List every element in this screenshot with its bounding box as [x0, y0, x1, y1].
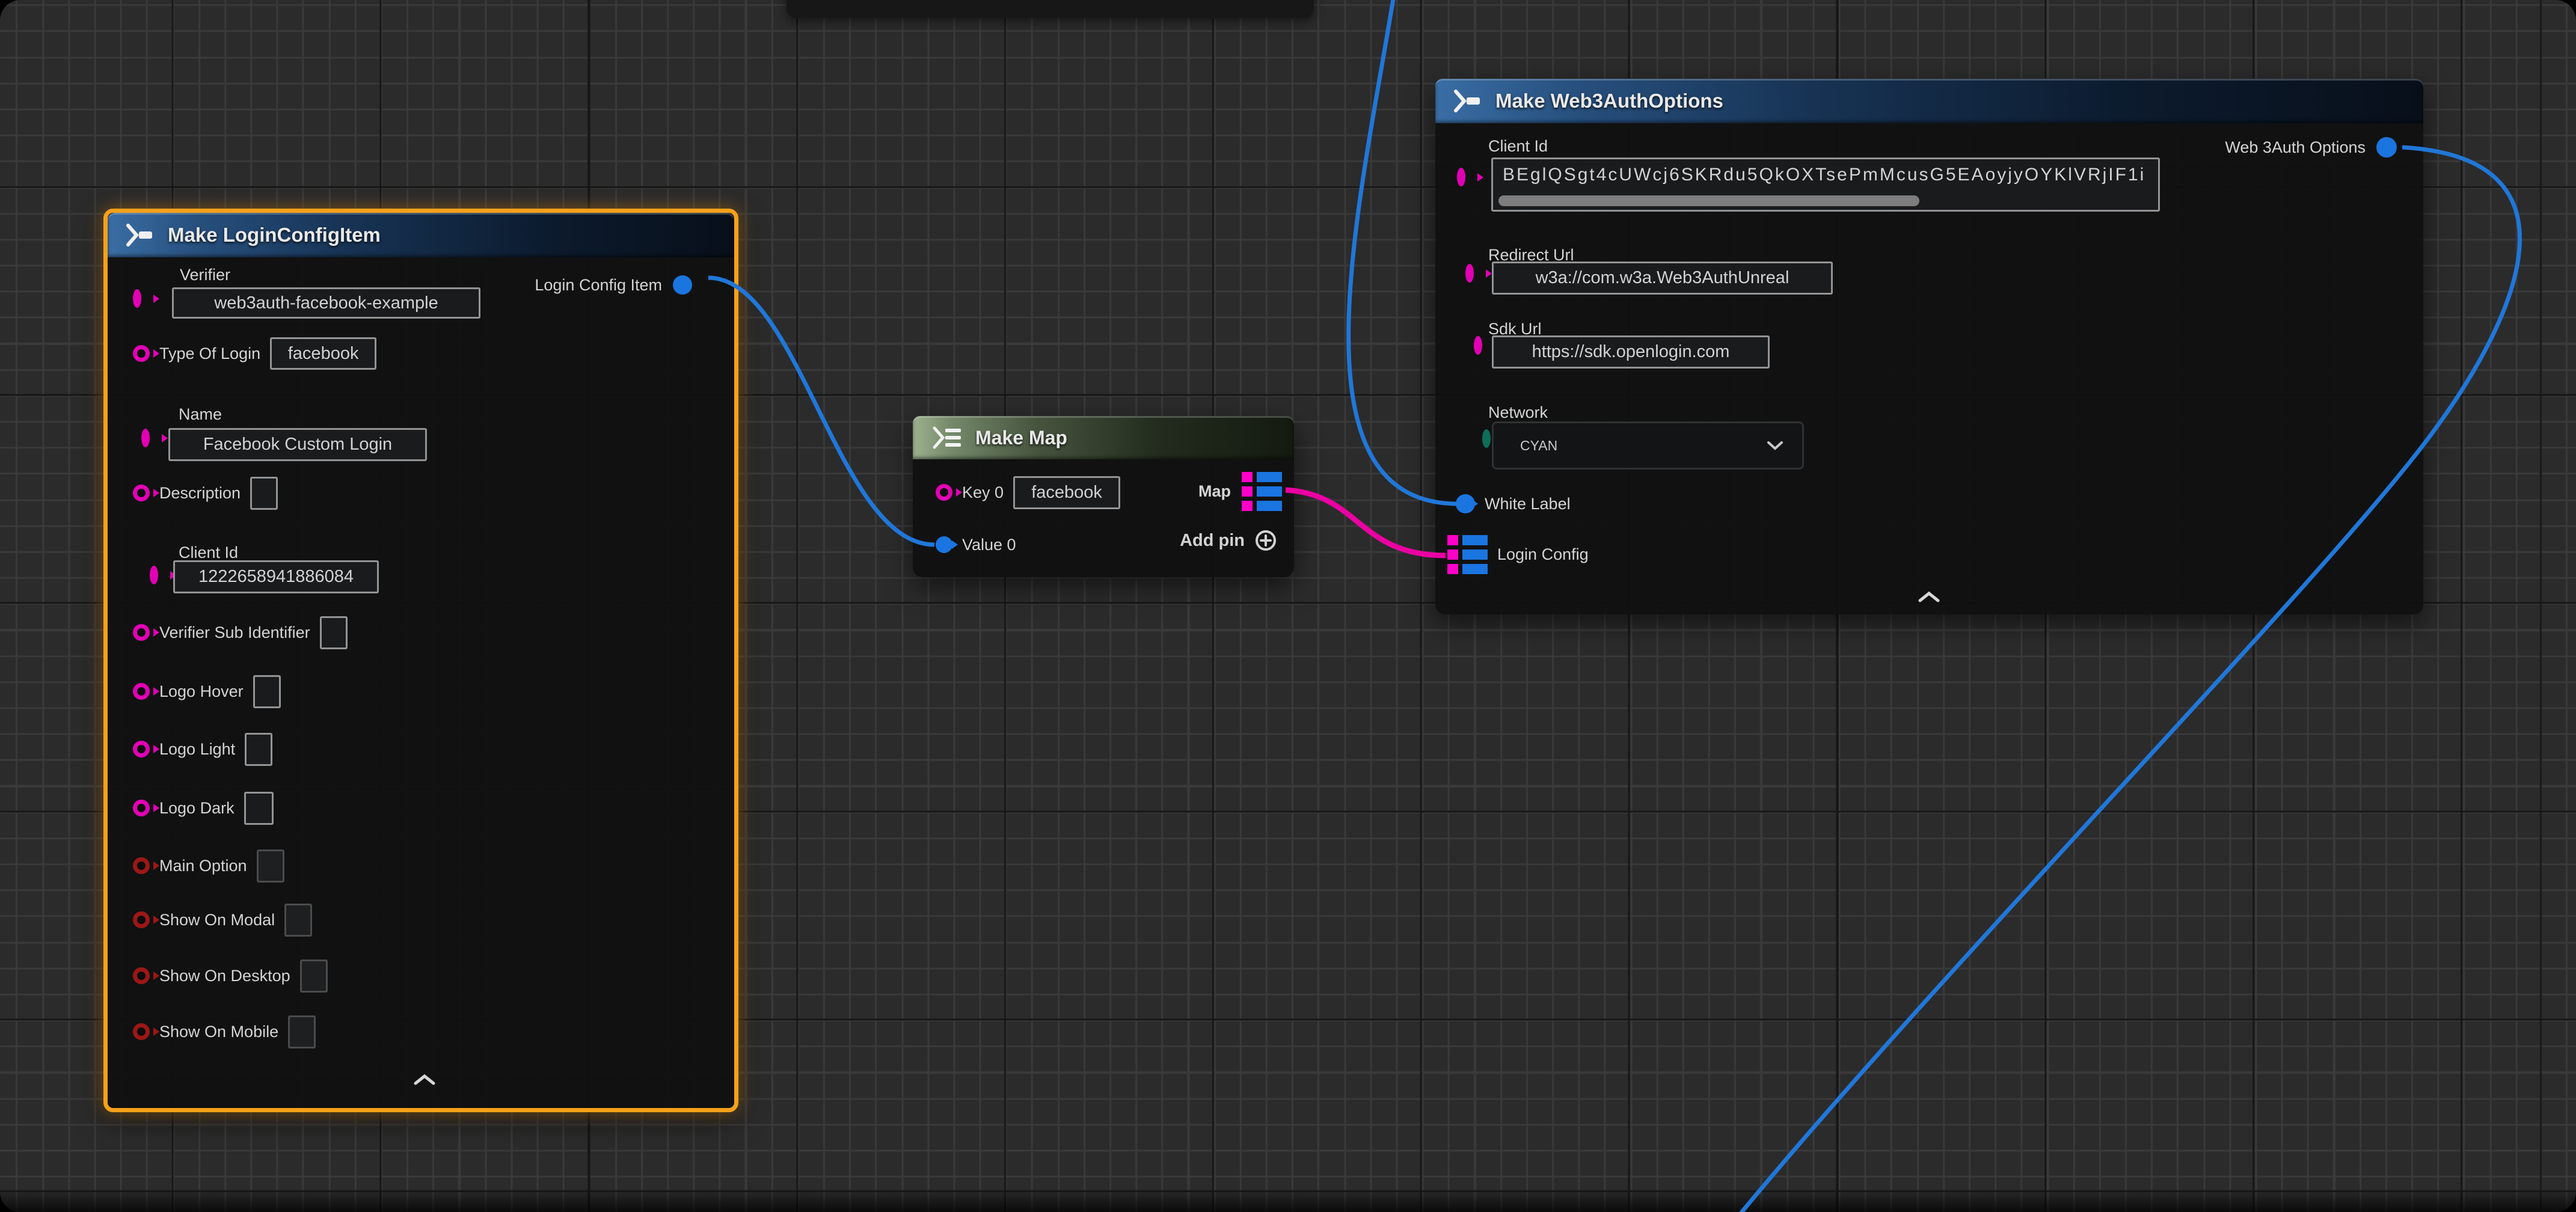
show-on-modal-label: Show On Modal	[159, 911, 275, 929]
wire-login-config-item-to-value0[interactable]	[708, 278, 934, 545]
show-on-mobile-pin[interactable]	[133, 1023, 150, 1040]
collapse-node-chevron-up-icon[interactable]	[1918, 591, 1940, 603]
node-make-map[interactable]: Make Map Key 0 facebook Map Value 0 Add …	[913, 416, 1294, 577]
dropdown-chevron-icon	[1766, 440, 1784, 451]
key0-pin[interactable]	[936, 484, 952, 501]
redirect-url-pin[interactable]	[1465, 264, 1474, 283]
show-on-desktop-label: Show On Desktop	[159, 967, 290, 985]
redirect-url-field[interactable]: w3a://com.w3a.Web3AuthUnreal	[1492, 262, 1833, 295]
client-id-label: Client Id	[1488, 137, 1548, 156]
logo-light-pin[interactable]	[133, 741, 150, 758]
logo-hover-label: Logo Hover	[159, 682, 244, 701]
output-pin-label: Web 3Auth Options	[2225, 138, 2366, 157]
logo-hover-pin[interactable]	[133, 683, 150, 700]
white-label-pin[interactable]	[1456, 494, 1475, 513]
value0-label: Value 0	[962, 536, 1016, 554]
name-label: Name	[179, 405, 222, 424]
verifier-sub-identifier-pin[interactable]	[133, 624, 150, 641]
show-on-desktop-pin[interactable]	[133, 967, 150, 984]
blueprint-editor: Make LoginConfigItem Login Config Item V…	[0, 0, 2576, 1212]
type-of-login-pin[interactable]	[133, 345, 150, 362]
node-header[interactable]: Make LoginConfigItem	[108, 213, 734, 257]
network-dropdown[interactable]: CYAN	[1492, 421, 1804, 470]
make-struct-icon	[124, 223, 156, 247]
show-on-modal-checkbox[interactable]	[284, 904, 312, 937]
description-label: Description	[159, 484, 241, 503]
wire-map-to-login-config[interactable]	[1286, 490, 1446, 556]
show-on-mobile-label: Show On Mobile	[159, 1023, 278, 1041]
logo-light-label: Logo Light	[159, 740, 235, 759]
web3auth-options-output-pin[interactable]	[2376, 137, 2397, 158]
logo-hover-field[interactable]	[253, 675, 281, 708]
white-label-label: White Label	[1485, 495, 1571, 513]
node-make-web3authoptions[interactable]: Make Web3AuthOptions Web 3Auth Options C…	[1435, 79, 2423, 614]
network-pin[interactable]	[1482, 429, 1491, 448]
logo-dark-label: Logo Dark	[159, 799, 235, 818]
map-output-label: Map	[1198, 482, 1231, 501]
make-struct-icon	[1452, 89, 1483, 113]
sdk-url-pin[interactable]	[1474, 336, 1482, 355]
collapse-node-chevron-up-icon[interactable]	[413, 1074, 436, 1086]
output-pin-label: Login Config Item	[535, 276, 662, 295]
client-id-field[interactable]: 1222658941886084	[173, 560, 379, 593]
logo-dark-pin[interactable]	[133, 800, 150, 816]
login-config-pin[interactable]	[1447, 535, 1488, 574]
main-option-checkbox[interactable]	[257, 849, 284, 883]
main-option-pin[interactable]	[133, 857, 150, 874]
add-pin-label: Add pin	[1180, 531, 1245, 551]
verifier-sub-identifier-field[interactable]	[320, 616, 348, 649]
node-header[interactable]: Make Map	[913, 416, 1294, 459]
verifier-pin[interactable]	[133, 289, 141, 308]
offscreen-node-fragment[interactable]	[787, 0, 1314, 18]
client-id-label: Client Id	[179, 543, 238, 562]
description-pin[interactable]	[133, 485, 150, 501]
sdk-url-field[interactable]: https://sdk.openlogin.com	[1492, 335, 1770, 369]
show-on-modal-pin[interactable]	[133, 911, 150, 928]
node-header[interactable]: Make Web3AuthOptions	[1435, 79, 2423, 123]
key0-label: Key 0	[962, 483, 1004, 502]
value0-pin[interactable]	[936, 536, 952, 553]
verifier-sub-identifier-label: Verifier Sub Identifier	[159, 623, 310, 642]
client-id-pin[interactable]	[1457, 168, 1465, 186]
login-config-label: Login Config	[1497, 545, 1589, 564]
add-pin-plus-icon	[1254, 529, 1277, 552]
network-selected-value: CYAN	[1520, 438, 1557, 454]
node-title: Make Map	[975, 427, 1067, 449]
key0-field[interactable]: facebook	[1013, 476, 1120, 509]
node-make-loginconfigitem[interactable]: Make LoginConfigItem Login Config Item V…	[103, 209, 738, 1112]
verifier-field[interactable]: web3auth-facebook-example	[172, 287, 480, 319]
map-output-pin[interactable]	[1242, 472, 1282, 511]
name-field[interactable]: Facebook Custom Login	[168, 428, 427, 461]
add-pin-button[interactable]: Add pin	[1180, 529, 1277, 552]
show-on-desktop-checkbox[interactable]	[300, 960, 328, 993]
network-label: Network	[1488, 403, 1548, 422]
main-option-label: Main Option	[159, 857, 247, 875]
login-config-item-output-pin[interactable]	[673, 275, 692, 295]
description-field[interactable]	[250, 477, 278, 510]
name-pin[interactable]	[141, 429, 150, 447]
logo-light-field[interactable]	[245, 733, 272, 766]
graph-canvas[interactable]: Make LoginConfigItem Login Config Item V…	[0, 0, 2576, 1212]
type-of-login-label: Type Of Login	[159, 344, 260, 363]
type-of-login-field[interactable]: facebook	[270, 337, 376, 370]
node-title: Make LoginConfigItem	[168, 224, 381, 246]
logo-dark-field[interactable]	[244, 792, 274, 825]
show-on-mobile-checkbox[interactable]	[288, 1015, 316, 1048]
node-title: Make Web3AuthOptions	[1495, 90, 1723, 112]
client-id-scrollbar[interactable]	[1498, 195, 1919, 206]
client-id-pin[interactable]	[150, 566, 158, 584]
make-map-icon	[930, 425, 963, 450]
verifier-label: Verifier	[180, 266, 230, 284]
